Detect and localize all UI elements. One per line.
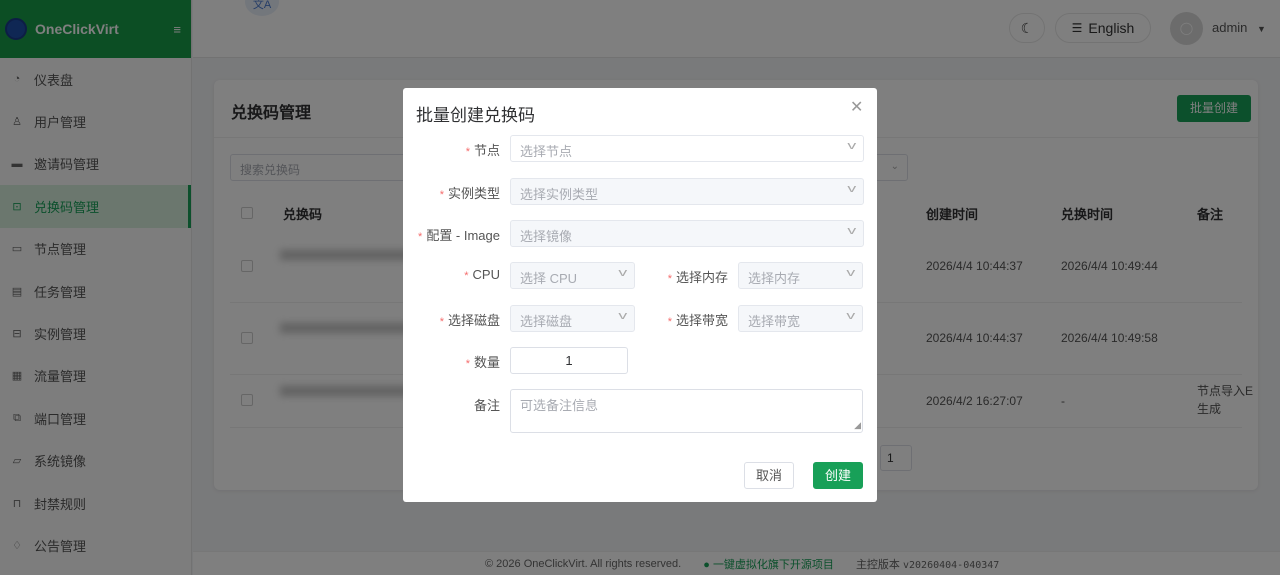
disk-placeholder: 选择磁盘 (520, 314, 573, 329)
image-label: * 配置 - Image (418, 228, 500, 243)
memory-select[interactable]: 选择内存 v (738, 262, 863, 289)
chevron-down-icon: v (845, 310, 855, 322)
node-label: * 节点 (465, 143, 500, 158)
resize-handle-icon[interactable]: ◢ (854, 420, 861, 431)
instance-type-placeholder: 选择实例类型 (520, 187, 599, 202)
disk-label: * 选择磁盘 (439, 313, 500, 328)
chevron-down-icon: v (846, 225, 856, 237)
instance-type-label: * 实例类型 (439, 186, 500, 201)
close-icon[interactable]: ✕ (850, 97, 863, 117)
memory-label: * 选择内存 (667, 270, 728, 285)
chevron-down-icon: v (617, 267, 627, 279)
chevron-down-icon: v (617, 310, 627, 322)
cancel-button[interactable]: 取消 (744, 462, 794, 489)
note-textarea[interactable]: 可选备注信息 ◢ (510, 389, 863, 433)
cpu-label: * CPU (464, 267, 500, 282)
chevron-down-icon: v (846, 183, 856, 195)
quantity-label: * 数量 (465, 355, 500, 370)
dialog-title: 批量创建兑换码 (416, 106, 535, 125)
note-label: 备注 (473, 398, 500, 413)
image-select[interactable]: 选择镜像 v (510, 220, 864, 247)
bandwidth-select[interactable]: 选择带宽 v (738, 305, 863, 332)
note-placeholder: 可选备注信息 (520, 398, 599, 413)
instance-type-select[interactable]: 选择实例类型 v (510, 178, 864, 205)
node-placeholder: 选择节点 (520, 144, 573, 159)
batch-create-dialog: 批量创建兑换码 ✕ * 节点 选择节点 v * 实例类型 选择实例类型 v * 配置 - … (403, 88, 877, 502)
image-placeholder: 选择镜像 (520, 229, 573, 244)
create-button[interactable]: 创建 (813, 462, 863, 489)
node-select[interactable]: 选择节点 v (510, 135, 864, 162)
bandwidth-label: * 选择带宽 (667, 313, 728, 328)
memory-placeholder: 选择内存 (748, 271, 801, 286)
bandwidth-placeholder: 选择带宽 (748, 314, 801, 329)
chevron-down-icon: v (846, 140, 856, 152)
chevron-down-icon: v (845, 267, 855, 279)
quantity-input[interactable]: 1 (510, 347, 628, 374)
cpu-select[interactable]: 选择 CPU v (510, 262, 635, 289)
cpu-placeholder: 选择 CPU (520, 271, 578, 286)
disk-select[interactable]: 选择磁盘 v (510, 305, 635, 332)
